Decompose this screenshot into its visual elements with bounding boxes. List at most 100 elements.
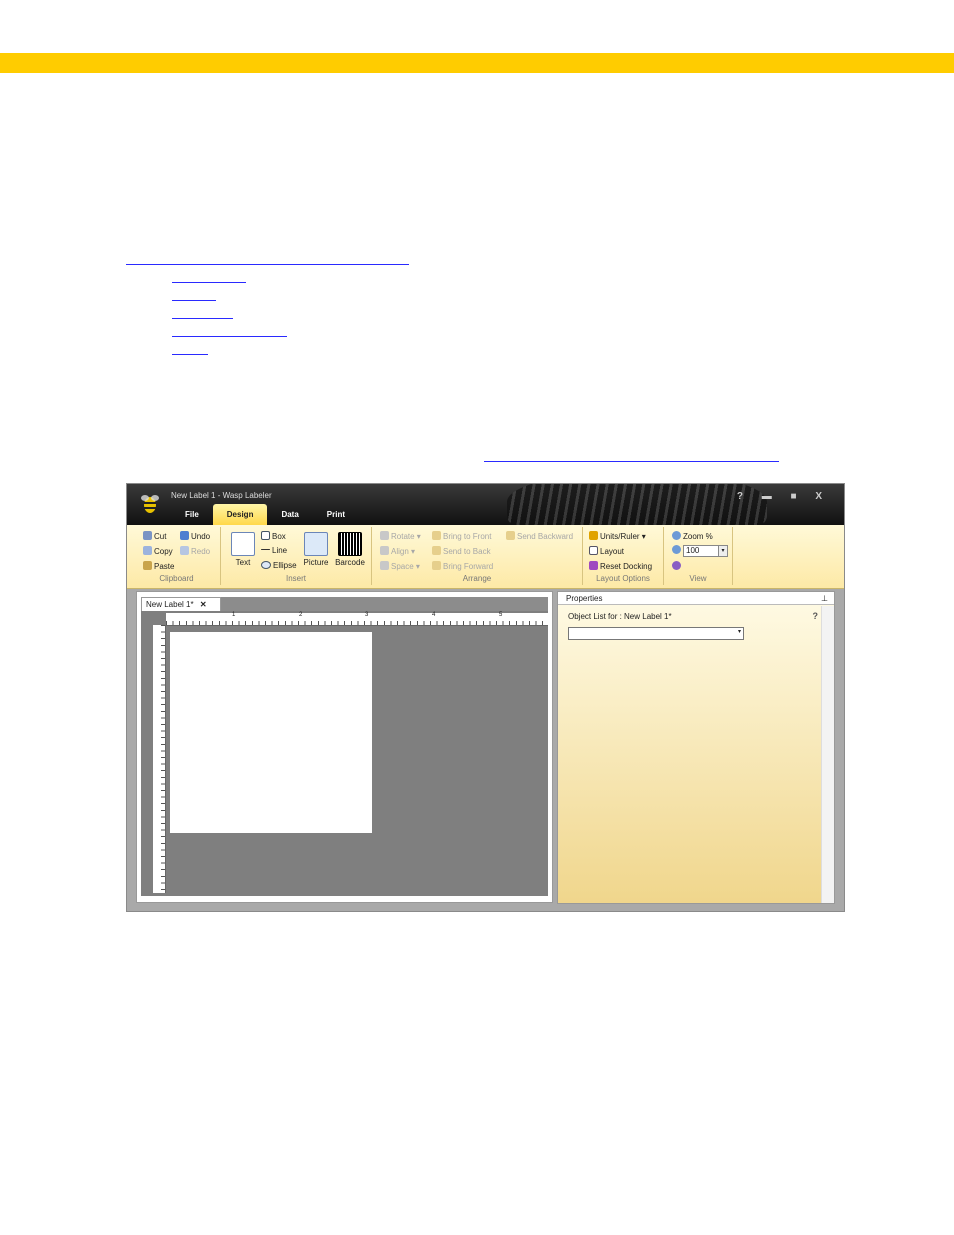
cut-button[interactable]: Cut	[143, 531, 166, 541]
ruler-tick-label: 2	[299, 612, 303, 618]
barcode-button[interactable]: Barcode	[333, 532, 367, 567]
close-icon[interactable]: ✕	[200, 600, 207, 609]
zoom-level-control[interactable]: 100 ▾	[672, 545, 728, 557]
tab-data[interactable]: Data	[267, 504, 312, 525]
zoom-fit-button[interactable]	[672, 561, 683, 571]
toc-link-sub-3[interactable]	[172, 318, 233, 319]
ruler-tick-label: 1	[232, 612, 236, 618]
object-list-label: Object List for : New Label 1*	[568, 612, 672, 621]
zoom-fit-icon	[672, 561, 681, 570]
rotate-icon	[380, 531, 389, 540]
bring-to-front-icon	[432, 531, 441, 540]
ribbon-tabs: File Design Data Print	[171, 504, 359, 525]
copy-button[interactable]: Copy	[143, 546, 173, 556]
group-label-arrange: Arrange	[462, 574, 492, 583]
group-arrange: Rotate ▾ Align ▾ Space ▾ Bring to Front …	[372, 527, 583, 585]
group-label-layout-options: Layout Options	[596, 574, 650, 583]
text-button[interactable]: Text	[229, 532, 257, 567]
horizontal-ruler: 1 2 3 4 5	[166, 612, 548, 626]
send-backward-button[interactable]: Send Backward	[506, 531, 573, 541]
copy-icon	[143, 546, 152, 555]
zoom-percent-button[interactable]: Zoom %	[672, 531, 713, 541]
space-icon	[380, 561, 389, 570]
ellipse-icon	[261, 561, 271, 569]
send-to-back-icon	[432, 546, 441, 555]
wasp-logo-icon	[141, 495, 159, 513]
box-button[interactable]: Box	[261, 531, 286, 541]
toc-link-sub-1[interactable]	[172, 282, 246, 283]
reset-docking-icon	[589, 561, 598, 570]
picture-icon	[304, 532, 328, 556]
group-label-clipboard: Clipboard	[159, 574, 194, 583]
properties-header: Properties ⊥	[558, 592, 834, 605]
group-clipboard: Cut Copy Paste Undo Redo Clipboard	[133, 527, 221, 585]
design-canvas[interactable]: 1 2 3 4 5	[141, 611, 548, 896]
bring-forward-icon	[432, 561, 441, 570]
picture-button[interactable]: Picture	[301, 532, 331, 567]
layout-button[interactable]: Layout	[589, 546, 624, 556]
text-icon	[231, 532, 255, 556]
line-button[interactable]: Line	[261, 546, 287, 555]
ruler-tick-label: 4	[432, 612, 436, 618]
chevron-down-icon: ▾	[737, 629, 741, 635]
label-canvas[interactable]	[170, 632, 372, 833]
pin-icon[interactable]: ⊥	[821, 592, 828, 605]
layout-icon	[589, 546, 598, 555]
group-view: Zoom % 100 ▾ View	[664, 527, 733, 585]
box-icon	[261, 531, 270, 540]
paste-icon	[143, 561, 152, 570]
reset-docking-button[interactable]: Reset Docking	[589, 561, 652, 571]
ribbon: Cut Copy Paste Undo Redo Clipboard Text …	[127, 525, 844, 589]
vertical-ruler	[153, 625, 166, 893]
line-icon	[261, 549, 270, 550]
inline-link[interactable]	[484, 461, 779, 462]
align-button[interactable]: Align ▾	[380, 546, 415, 556]
header-accent-bar	[0, 53, 954, 73]
zoom-icon	[672, 531, 681, 540]
barcode-decoration	[507, 484, 767, 525]
send-backward-icon	[506, 531, 515, 540]
toc-link-sub-4[interactable]	[172, 336, 287, 337]
barcode-icon	[338, 532, 362, 556]
tab-file[interactable]: File	[171, 504, 213, 525]
tab-print[interactable]: Print	[313, 504, 359, 525]
toc-link-sub-2[interactable]	[172, 300, 216, 301]
rotate-button[interactable]: Rotate ▾	[380, 531, 421, 541]
space-button[interactable]: Space ▾	[380, 561, 420, 571]
help-icon[interactable]: ?	[813, 611, 819, 621]
group-label-insert: Insert	[285, 574, 306, 583]
properties-panel: Properties ⊥ Object List for : New Label…	[557, 591, 835, 904]
zoom-dropdown-icon[interactable]: ▾	[718, 545, 728, 557]
paste-button[interactable]: Paste	[143, 561, 174, 571]
toc-link-main[interactable]	[126, 264, 409, 265]
group-layout-options: Units/Ruler ▾ Layout Reset Docking Layou…	[583, 527, 664, 585]
group-insert: Text Box Line Ellipse Picture Barcode In…	[221, 527, 372, 585]
ellipse-button[interactable]: Ellipse	[261, 561, 297, 570]
document-area: New Label 1* ✕ 1 2 3 4 5	[136, 591, 553, 903]
align-icon	[380, 546, 389, 555]
title-bar: New Label 1 - Wasp Labeler File Design D…	[127, 484, 844, 525]
window-controls[interactable]: ? ▬ ■ X	[737, 491, 830, 502]
redo-button[interactable]: Redo	[180, 546, 210, 556]
group-label-view: View	[689, 574, 707, 583]
window-title: New Label 1 - Wasp Labeler	[171, 491, 272, 500]
ruler-tick-label: 5	[499, 612, 503, 618]
document-tab[interactable]: New Label 1* ✕	[141, 597, 221, 612]
undo-icon	[180, 531, 189, 540]
scissors-icon	[143, 531, 152, 540]
toc-link-sub-5[interactable]	[172, 354, 208, 355]
app-window: New Label 1 - Wasp Labeler File Design D…	[126, 483, 845, 912]
ruler-icon	[589, 531, 598, 540]
object-list-select[interactable]: ▾	[568, 627, 744, 640]
properties-scrollbar[interactable]	[821, 606, 834, 903]
send-to-back-button[interactable]: Send to Back	[432, 546, 491, 556]
tab-design[interactable]: Design	[212, 504, 268, 525]
zoom-out-icon	[672, 545, 681, 554]
bring-forward-button[interactable]: Bring Forward	[432, 561, 493, 571]
ruler-tick-label: 3	[365, 612, 369, 618]
bring-to-front-button[interactable]: Bring to Front	[432, 531, 491, 541]
undo-button[interactable]: Undo	[180, 531, 210, 541]
zoom-value-input[interactable]: 100	[683, 545, 719, 557]
redo-icon	[180, 546, 189, 555]
units-ruler-button[interactable]: Units/Ruler ▾	[589, 531, 646, 541]
